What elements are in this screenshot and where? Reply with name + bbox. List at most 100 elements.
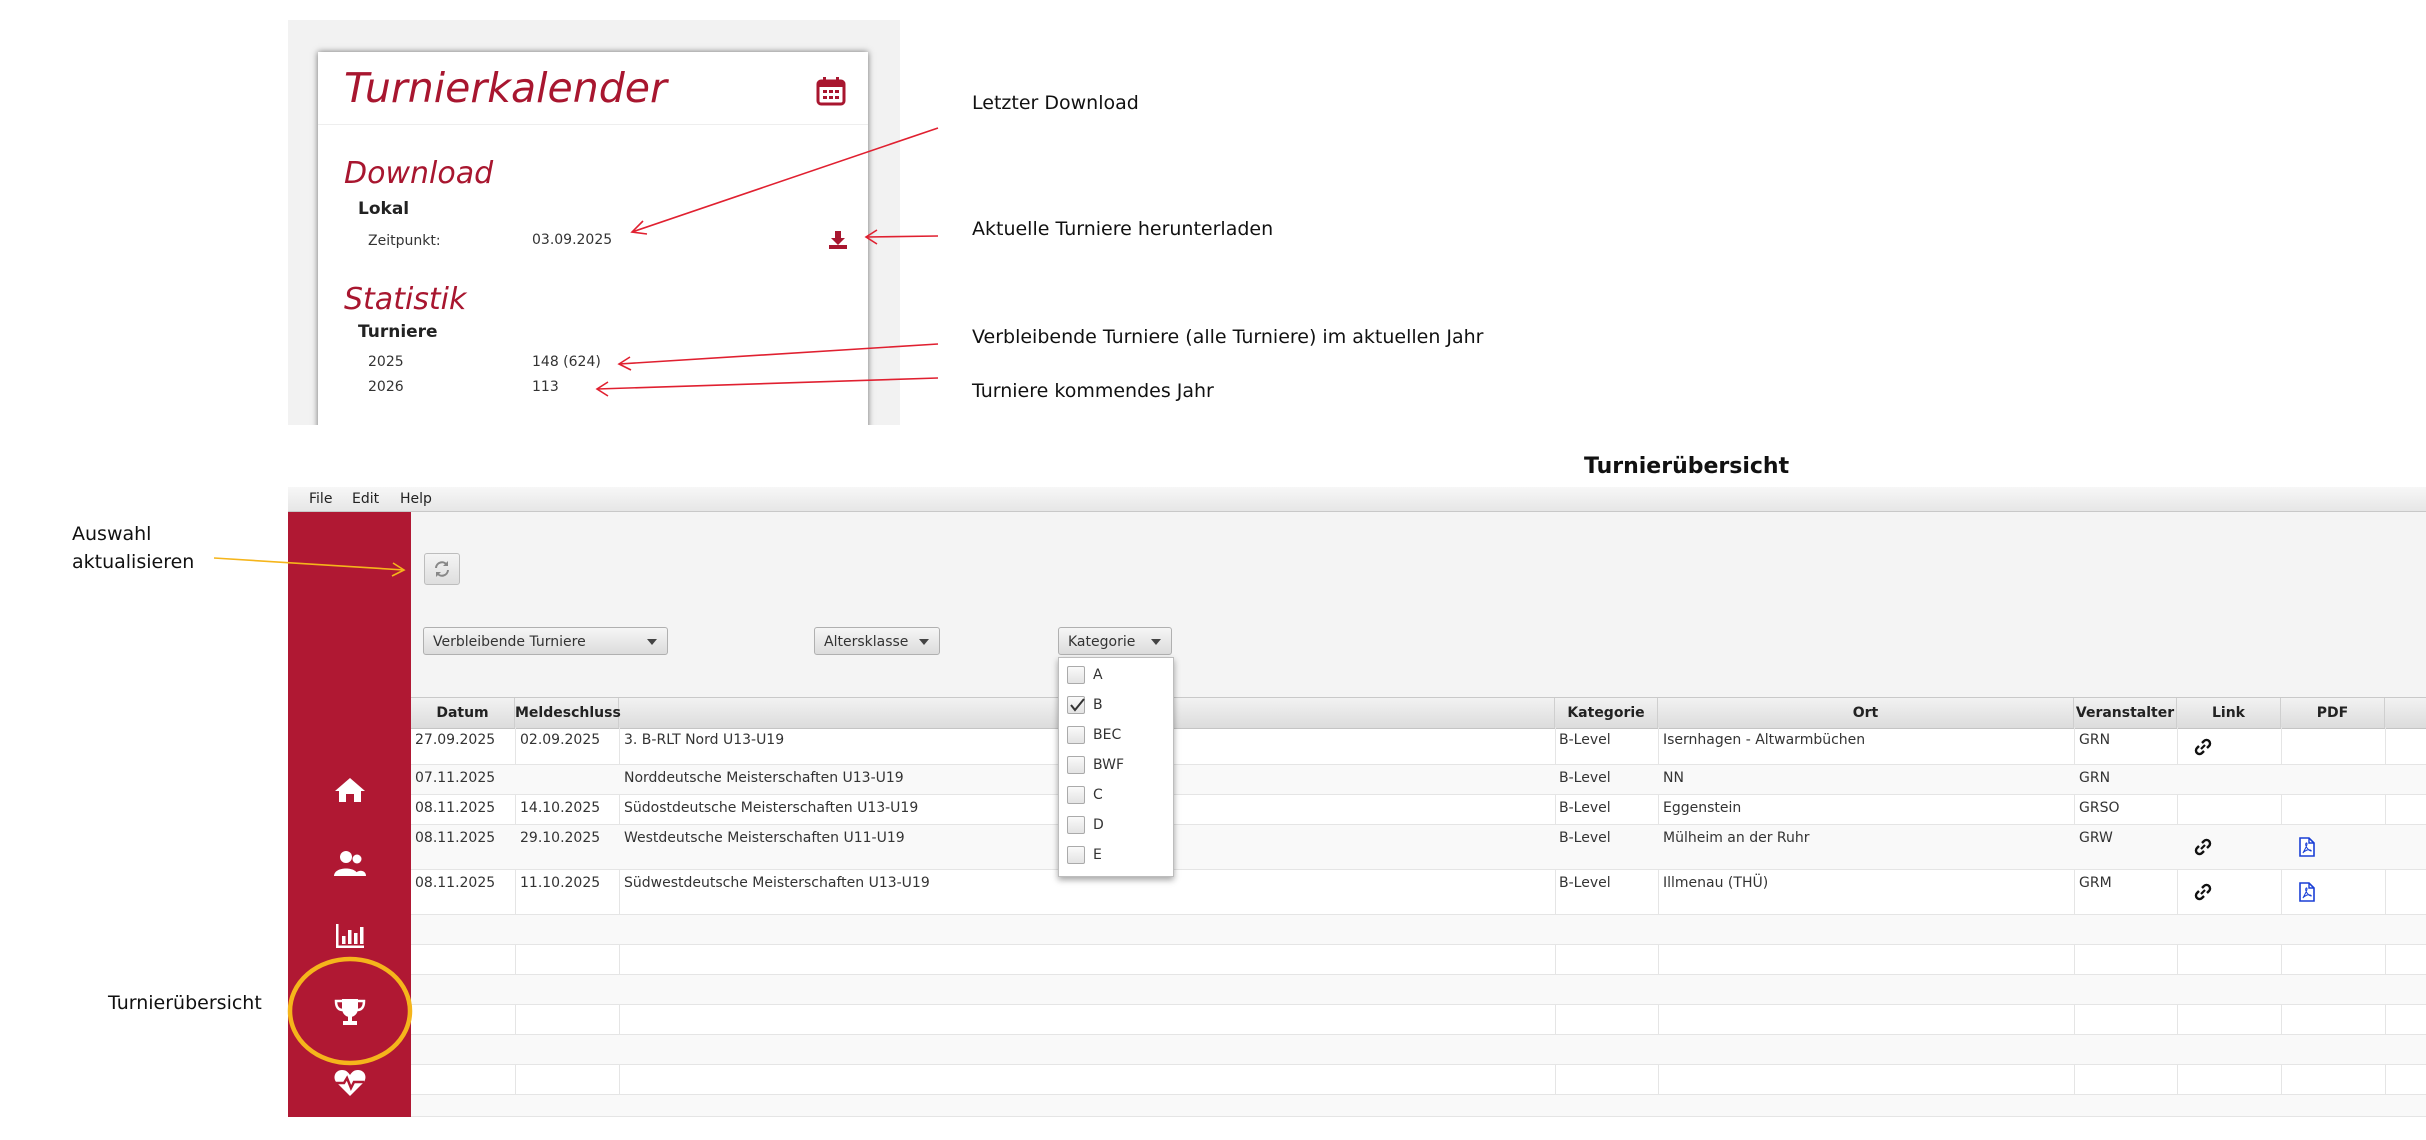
cell-veranstalter: GRSO (2079, 800, 2120, 816)
checkbox[interactable] (1067, 786, 1085, 804)
chevron-down-icon (647, 639, 657, 645)
timestamp-label: Zeitpunkt: (368, 233, 441, 249)
chevron-down-icon (1151, 639, 1161, 645)
turnierkalender-card: Turnierkalender Download Lokal Zeitpunkt… (318, 52, 868, 425)
cell-meldeschluss: 02.09.2025 (520, 732, 601, 748)
tournament-filter-select[interactable]: Verbleibende Turniere (423, 627, 668, 655)
turniere-subheading: Turniere (358, 322, 438, 342)
checkbox[interactable] (1067, 756, 1085, 774)
table-row[interactable]: 08.11.2025 29.10.2025 Westdeutsche Meist… (411, 825, 2426, 870)
checkbox[interactable] (1067, 666, 1085, 684)
refresh-button[interactable] (424, 553, 460, 585)
empty-row (411, 975, 2426, 1005)
card-header: Turnierkalender (318, 52, 868, 125)
cell-name: Südostdeutsche Meisterschaften U13-U19 (624, 800, 919, 816)
option-label: BEC (1093, 727, 1122, 743)
checkbox[interactable] (1067, 816, 1085, 834)
tournament-table: Datum Meldeschluss Kategorie Ort Veranst… (411, 697, 2426, 1117)
table-row[interactable]: 07.11.2025 Norddeutsche Meisterschaften … (411, 765, 2426, 795)
table-row[interactable]: 08.11.2025 14.10.2025 Südostdeutsche Mei… (411, 795, 2426, 825)
info-panel-screenshot: Turnierkalender Download Lokal Zeitpunkt… (288, 20, 900, 425)
table-header: Datum Meldeschluss Kategorie Ort Veranst… (411, 697, 2426, 729)
checkbox[interactable] (1067, 846, 1085, 864)
empty-row (411, 1005, 2426, 1035)
empty-row (411, 1095, 2426, 1117)
download-heading: Download (344, 156, 494, 191)
cell-veranstalter: GRN (2079, 770, 2111, 786)
calendar-icon[interactable] (816, 76, 846, 106)
option-label: D (1093, 817, 1104, 833)
lokal-subheading: Lokal (358, 199, 410, 219)
cell-kategorie: B-Level (1559, 830, 1611, 846)
annotation-refresh-line1: Auswahl (72, 523, 152, 545)
table-row[interactable]: 08.11.2025 11.10.2025 Südwestdeutsche Me… (411, 870, 2426, 915)
trophy-icon[interactable] (332, 996, 368, 1028)
pdf-icon[interactable] (2299, 837, 2315, 857)
option-label: E (1093, 847, 1102, 863)
menu-file[interactable]: File (309, 491, 332, 507)
cell-name: Norddeutsche Meisterschaften U13-U19 (624, 770, 904, 786)
statistics-heading: Statistik (344, 282, 467, 317)
empty-row (411, 1065, 2426, 1095)
menu-bar: File Edit Help (288, 487, 2426, 512)
app-window: File Edit Help Verbleibende Turniere Alt… (288, 487, 2426, 1117)
cell-kategorie: B-Level (1559, 732, 1611, 748)
table-row[interactable]: 27.09.2025 02.09.2025 3. B-RLT Nord U13-… (411, 727, 2426, 765)
link-icon[interactable] (2193, 837, 2213, 857)
download-icon[interactable] (828, 230, 848, 250)
cell-veranstalter: GRM (2079, 875, 2112, 891)
empty-row (411, 945, 2426, 975)
column-header-meldeschluss[interactable]: Meldeschluss (515, 698, 621, 728)
checkbox-checked[interactable] (1067, 696, 1085, 714)
cell-kategorie: B-Level (1559, 770, 1611, 786)
bar-chart-icon[interactable] (332, 920, 368, 952)
chevron-down-icon (919, 639, 929, 645)
link-icon[interactable] (2193, 737, 2213, 757)
pdf-icon[interactable] (2299, 882, 2315, 902)
refresh-icon (435, 561, 449, 577)
column-header-kategorie[interactable]: Kategorie (1555, 698, 1658, 728)
cell-datum: 08.11.2025 (415, 830, 496, 846)
menu-help[interactable]: Help (400, 491, 432, 507)
stat-year: 2025 (368, 354, 404, 370)
menu-edit[interactable]: Edit (352, 491, 379, 507)
checkmark-icon (1070, 698, 1085, 712)
cell-meldeschluss: 11.10.2025 (520, 875, 601, 891)
empty-row (411, 1035, 2426, 1065)
annotation-last-download: Letzter Download (972, 92, 1139, 114)
category-dropdown: A B BEC BWF C D E (1058, 657, 1174, 877)
home-icon[interactable] (332, 774, 368, 806)
category-select[interactable]: Kategorie (1058, 627, 1172, 655)
cell-name: Westdeutsche Meisterschaften U11-U19 (624, 830, 905, 846)
section-title: Turnierübersicht (1584, 454, 1790, 479)
cell-meldeschluss: 14.10.2025 (520, 800, 601, 816)
option-label: B (1093, 697, 1103, 713)
column-header-datum[interactable]: Datum (411, 698, 515, 728)
sidebar (288, 512, 411, 1117)
option-label: A (1093, 667, 1103, 683)
cell-datum: 08.11.2025 (415, 875, 496, 891)
cell-ort: NN (1663, 770, 1684, 786)
checkbox[interactable] (1067, 726, 1085, 744)
cell-meldeschluss: 29.10.2025 (520, 830, 601, 846)
cell-ort: Eggenstein (1663, 800, 1742, 816)
annotation-refresh-line2: aktualisieren (72, 551, 195, 573)
timestamp-value: 03.09.2025 (532, 232, 613, 248)
users-icon[interactable] (332, 848, 368, 880)
column-header-pdf[interactable]: PDF (2281, 698, 2385, 728)
column-header-link[interactable]: Link (2177, 698, 2281, 728)
option-label: BWF (1093, 757, 1125, 773)
cell-kategorie: B-Level (1559, 800, 1611, 816)
column-header-ort[interactable]: Ort (1658, 698, 2074, 728)
column-header-veranstalter[interactable]: Veranstalter (2074, 698, 2177, 728)
empty-row (411, 915, 2426, 945)
cell-name: 3. B-RLT Nord U13-U19 (624, 732, 785, 748)
cell-datum: 08.11.2025 (415, 800, 496, 816)
option-label: C (1093, 787, 1103, 803)
stat-value: 148 (624) (532, 354, 601, 370)
age-class-select[interactable]: Altersklasse (814, 627, 940, 655)
link-icon[interactable] (2193, 882, 2213, 902)
cell-veranstalter: GRW (2079, 830, 2113, 846)
heart-pulse-icon[interactable] (332, 1067, 368, 1099)
cell-kategorie: B-Level (1559, 875, 1611, 891)
